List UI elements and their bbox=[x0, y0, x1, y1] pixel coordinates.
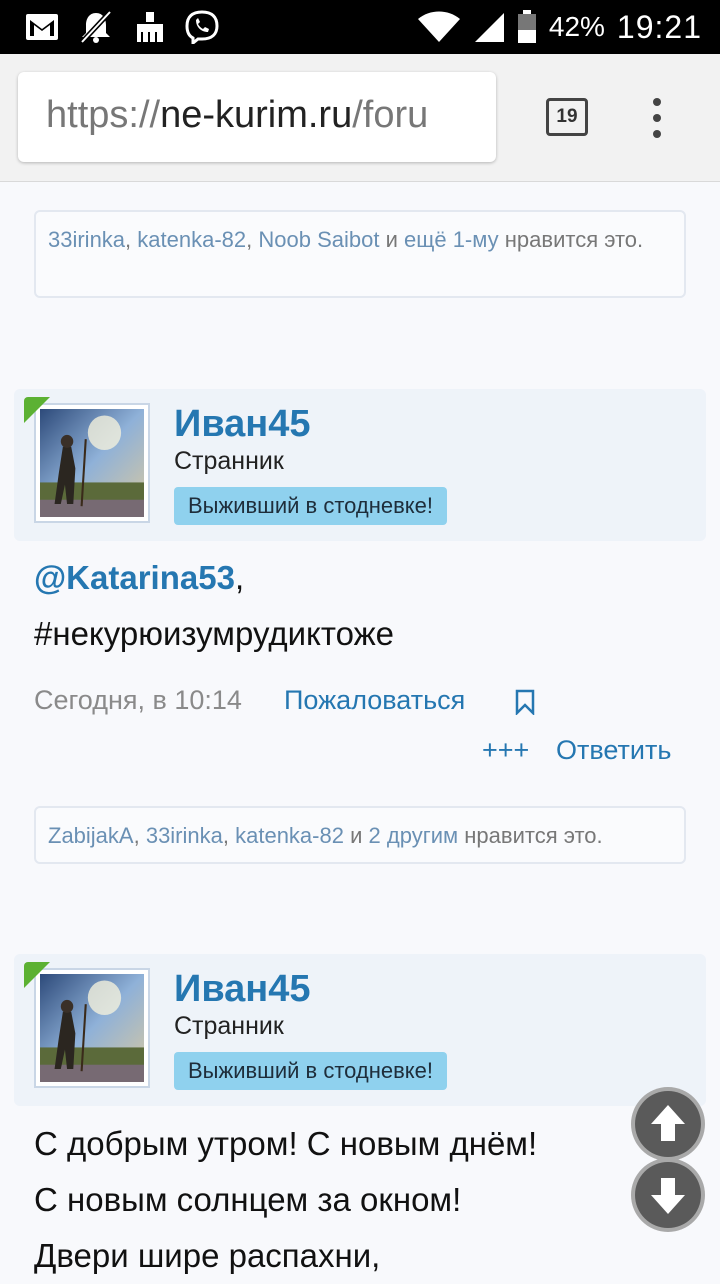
menu-dot-icon bbox=[653, 130, 661, 138]
like-user-link[interactable]: ZabijakA bbox=[48, 823, 134, 848]
author-badge: Выживший в стодневке! bbox=[174, 487, 448, 525]
clock: 19:21 bbox=[616, 8, 702, 45]
url-path: /foru bbox=[352, 94, 429, 136]
battery-percent: 42% bbox=[548, 11, 605, 42]
menu-dot-icon bbox=[653, 114, 661, 122]
tab-count: 19 bbox=[556, 106, 578, 127]
mention-link[interactable]: @Katarina53 bbox=[34, 559, 235, 596]
url-scheme: https:// bbox=[46, 94, 161, 136]
author-name[interactable]: Иван45 bbox=[174, 403, 311, 446]
post-body: С добрым утром! С новым днём! С новым со… bbox=[34, 1116, 537, 1284]
avatar[interactable] bbox=[34, 968, 150, 1088]
post-line: Двери шире распахни, bbox=[34, 1237, 381, 1274]
like-user-link[interactable]: katenka-82 bbox=[137, 227, 246, 252]
page-content: 33irinka, katenka-82, Noob Saibot и ещё … bbox=[0, 183, 720, 1280]
post-line: #некурюизумрудиктоже bbox=[34, 615, 395, 652]
bookmark-icon[interactable] bbox=[514, 689, 536, 715]
likes-more-link[interactable]: 2 другим bbox=[369, 823, 459, 848]
scroll-down-button[interactable] bbox=[635, 1162, 701, 1228]
like-user-link[interactable]: katenka-82 bbox=[235, 823, 344, 848]
menu-dot-icon bbox=[653, 98, 661, 106]
likes-summary: 33irinka, katenka-82, Noob Saibot и ещё … bbox=[34, 210, 686, 298]
wifi-icon bbox=[417, 11, 460, 42]
avatar-image bbox=[40, 974, 144, 1082]
arrow-up-icon bbox=[651, 1105, 685, 1141]
avatar-image bbox=[40, 409, 144, 517]
likes-more-link[interactable]: ещё 1-му bbox=[404, 227, 499, 252]
menu-button[interactable] bbox=[640, 94, 674, 142]
post-author-block: Иван45 Странник Выживший в стодневке! bbox=[14, 954, 706, 1106]
like-user-link[interactable]: 33irinka bbox=[48, 227, 125, 252]
gmail-icon bbox=[26, 14, 58, 40]
likes-summary: ZabijakA, 33irinka, katenka-82 и 2 други… bbox=[34, 806, 686, 864]
viber-icon bbox=[185, 10, 219, 44]
author-title: Странник bbox=[174, 1012, 284, 1040]
tab-switcher-button[interactable]: 19 bbox=[546, 98, 588, 136]
post-author-block: Иван45 Странник Выживший в стодневке! bbox=[14, 389, 706, 541]
status-bar: 42% 19:21 bbox=[0, 0, 720, 54]
avatar[interactable] bbox=[34, 403, 150, 523]
scroll-up-button[interactable] bbox=[635, 1091, 701, 1157]
author-badge: Выживший в стодневке! bbox=[174, 1052, 448, 1090]
quote-plus-link[interactable]: +++ bbox=[482, 735, 529, 766]
post-body: @Katarina53, #некурюизумрудиктоже bbox=[34, 550, 394, 662]
like-user-link[interactable]: Noob Saibot bbox=[258, 227, 379, 252]
online-indicator bbox=[24, 397, 50, 423]
address-bar[interactable]: https://ne-kurim.ru/foru bbox=[18, 72, 496, 162]
post-date[interactable]: Сегодня, в 10:14 bbox=[34, 685, 242, 716]
notifications-off-icon bbox=[80, 10, 112, 44]
arrow-down-icon bbox=[651, 1178, 685, 1214]
report-link[interactable]: Пожаловаться bbox=[284, 685, 465, 716]
author-title: Странник bbox=[174, 447, 284, 475]
signal-icon bbox=[474, 13, 504, 42]
reply-link[interactable]: Ответить bbox=[556, 735, 671, 766]
browser-toolbar: https://ne-kurim.ru/foru 19 bbox=[0, 54, 720, 182]
cleaner-icon bbox=[137, 12, 163, 42]
author-name[interactable]: Иван45 bbox=[174, 968, 311, 1011]
like-user-link[interactable]: 33irinka bbox=[146, 823, 223, 848]
online-indicator bbox=[24, 962, 50, 988]
post-line: С добрым утром! С новым днём! bbox=[34, 1125, 538, 1162]
url-host: ne-kurim.ru bbox=[160, 94, 353, 136]
post-line: С новым солнцем за окном! bbox=[34, 1181, 462, 1218]
battery-icon bbox=[517, 10, 536, 43]
